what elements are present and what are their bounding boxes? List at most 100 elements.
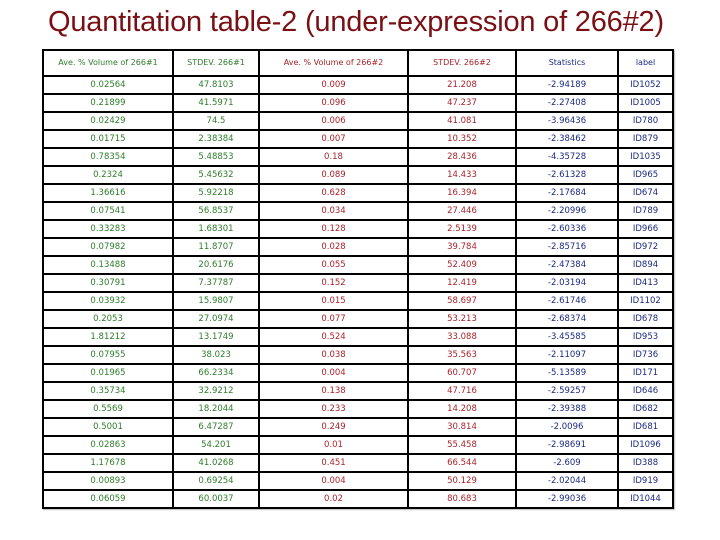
cell-ave-volume-266-2: 0.089 (258, 165, 409, 185)
table-row: 0.2053 27.0974 0.077 53.213 -2.68374 ID678 (42, 309, 674, 329)
cell-ave-volume-266-2: 0.451 (258, 453, 409, 473)
cell-ave-volume-266-2: 0.249 (258, 417, 409, 437)
cell-stdev-266-1: 27.0974 (172, 309, 260, 329)
cell-stdev-266-1: 54.201 (172, 435, 260, 455)
cell-stdev-266-2: 39.784 (407, 237, 517, 257)
cell-stdev-266-2: 10.352 (407, 129, 517, 149)
cell-stdev-266-1: 41.5971 (172, 93, 260, 113)
cell-statistics: -2.609 (515, 453, 619, 473)
cell-label: ID646 (617, 381, 674, 401)
table-row: 0.01715 2.38384 0.007 10.352 -2.38462 ID879 (42, 129, 674, 149)
cell-stdev-266-2: 55.458 (407, 435, 517, 455)
cell-stdev-266-2: 33.088 (407, 327, 517, 347)
cell-ave-volume-266-1: 0.35734 (42, 381, 174, 401)
cell-ave-volume-266-2: 0.034 (258, 201, 409, 221)
table-row: 0.35734 32.9212 0.138 47.716 -2.59257 ID646 (42, 381, 674, 401)
cell-ave-volume-266-1: 0.01715 (42, 129, 174, 149)
cell-ave-volume-266-2: 0.18 (258, 147, 409, 167)
cell-ave-volume-266-1: 0.03932 (42, 291, 174, 311)
cell-stdev-266-2: 30.814 (407, 417, 517, 437)
quantitation-table: Ave. % Volume of 266#1 STDEV. 266#1 Ave.… (42, 49, 674, 509)
cell-ave-volume-266-2: 0.015 (258, 291, 409, 311)
cell-ave-volume-266-1: 1.36616 (42, 183, 174, 203)
cell-statistics: -2.60336 (515, 219, 619, 239)
table-row: 0.01965 66.2334 0.004 60.707 -5.13589 ID171 (42, 363, 674, 383)
cell-label: ID780 (617, 111, 674, 131)
cell-ave-volume-266-1: 0.02863 (42, 435, 174, 455)
table-header-row: Ave. % Volume of 266#1 STDEV. 266#1 Ave.… (42, 49, 674, 77)
cell-ave-volume-266-1: 0.06059 (42, 489, 174, 509)
table-row: 1.36616 5.92218 0.628 16.394 -2.17684 ID674 (42, 183, 674, 203)
table-row: 0.30791 7.37787 0.152 12.419 -2.03194 ID413 (42, 273, 674, 293)
cell-label: ID682 (617, 399, 674, 419)
table-row: 0.02863 54.201 0.01 55.458 -2.98691 ID1096 (42, 435, 674, 455)
cell-ave-volume-266-2: 0.007 (258, 129, 409, 149)
cell-ave-volume-266-1: 0.00893 (42, 471, 174, 491)
table-row: 0.06059 60.0037 0.02 80.683 -2.99036 ID1044 (42, 489, 674, 509)
cell-ave-volume-266-1: 0.02564 (42, 75, 174, 95)
table-row: 0.33283 1.68301 0.128 2.5139 -2.60336 ID966 (42, 219, 674, 239)
cell-ave-volume-266-2: 0.028 (258, 237, 409, 257)
cell-ave-volume-266-1: 1.81212 (42, 327, 174, 347)
cell-ave-volume-266-1: 0.30791 (42, 273, 174, 293)
cell-stdev-266-1: 60.0037 (172, 489, 260, 509)
cell-ave-volume-266-2: 0.01 (258, 435, 409, 455)
table-row: 0.07982 11.8707 0.028 39.784 -2.85716 ID972 (42, 237, 674, 257)
cell-ave-volume-266-1: 0.78354 (42, 147, 174, 167)
cell-statistics: -2.85716 (515, 237, 619, 257)
cell-label: ID1005 (617, 93, 674, 113)
cell-statistics: -2.94189 (515, 75, 619, 95)
cell-label: ID678 (617, 309, 674, 329)
cell-stdev-266-1: 5.92218 (172, 183, 260, 203)
header-stdev-266-2: STDEV. 266#2 (407, 49, 517, 77)
cell-label: ID789 (617, 201, 674, 221)
cell-statistics: -2.98691 (515, 435, 619, 455)
cell-stdev-266-1: 0.69254 (172, 471, 260, 491)
cell-ave-volume-266-2: 0.006 (258, 111, 409, 131)
cell-stdev-266-2: 80.683 (407, 489, 517, 509)
cell-stdev-266-2: 35.563 (407, 345, 517, 365)
table-row: 1.17678 41.0268 0.451 66.544 -2.609 ID388 (42, 453, 674, 473)
cell-label: ID965 (617, 165, 674, 185)
cell-statistics: -2.61746 (515, 291, 619, 311)
cell-label: ID681 (617, 417, 674, 437)
cell-stdev-266-2: 60.707 (407, 363, 517, 383)
cell-ave-volume-266-1: 0.5001 (42, 417, 174, 437)
cell-statistics: -5.13589 (515, 363, 619, 383)
cell-statistics: -2.38462 (515, 129, 619, 149)
cell-stdev-266-2: 28.436 (407, 147, 517, 167)
cell-label: ID1052 (617, 75, 674, 95)
cell-label: ID953 (617, 327, 674, 347)
table-row: 0.13488 20.6176 0.055 52.409 -2.47384 ID894 (42, 255, 674, 275)
table-row: 1.81212 13.1749 0.524 33.088 -3.45585 ID953 (42, 327, 674, 347)
cell-ave-volume-266-1: 0.07955 (42, 345, 174, 365)
cell-stdev-266-1: 13.1749 (172, 327, 260, 347)
cell-stdev-266-2: 47.237 (407, 93, 517, 113)
cell-statistics: -2.11097 (515, 345, 619, 365)
cell-stdev-266-1: 6.47287 (172, 417, 260, 437)
cell-label: ID171 (617, 363, 674, 383)
cell-stdev-266-2: 50.129 (407, 471, 517, 491)
cell-statistics: -4.35728 (515, 147, 619, 167)
cell-stdev-266-2: 58.697 (407, 291, 517, 311)
cell-stdev-266-1: 1.68301 (172, 219, 260, 239)
cell-label: ID674 (617, 183, 674, 203)
header-label: label (617, 49, 674, 77)
cell-stdev-266-1: 20.6176 (172, 255, 260, 275)
cell-statistics: -2.99036 (515, 489, 619, 509)
table-row: 0.2324 5.45632 0.089 14.433 -2.61328 ID965 (42, 165, 674, 185)
cell-ave-volume-266-2: 0.077 (258, 309, 409, 329)
cell-statistics: -2.0096 (515, 417, 619, 437)
cell-stdev-266-1: 18.2044 (172, 399, 260, 419)
cell-label: ID972 (617, 237, 674, 257)
cell-ave-volume-266-2: 0.004 (258, 363, 409, 383)
cell-stdev-266-1: 15.9807 (172, 291, 260, 311)
cell-ave-volume-266-1: 0.13488 (42, 255, 174, 275)
table-row: 0.03932 15.9807 0.015 58.697 -2.61746 ID1102 (42, 291, 674, 311)
cell-ave-volume-266-2: 0.233 (258, 399, 409, 419)
cell-stdev-266-1: 32.9212 (172, 381, 260, 401)
cell-stdev-266-2: 41.081 (407, 111, 517, 131)
table-row: 0.5569 18.2044 0.233 14.208 -2.39388 ID682 (42, 399, 674, 419)
cell-statistics: -2.68374 (515, 309, 619, 329)
cell-stdev-266-2: 12.419 (407, 273, 517, 293)
